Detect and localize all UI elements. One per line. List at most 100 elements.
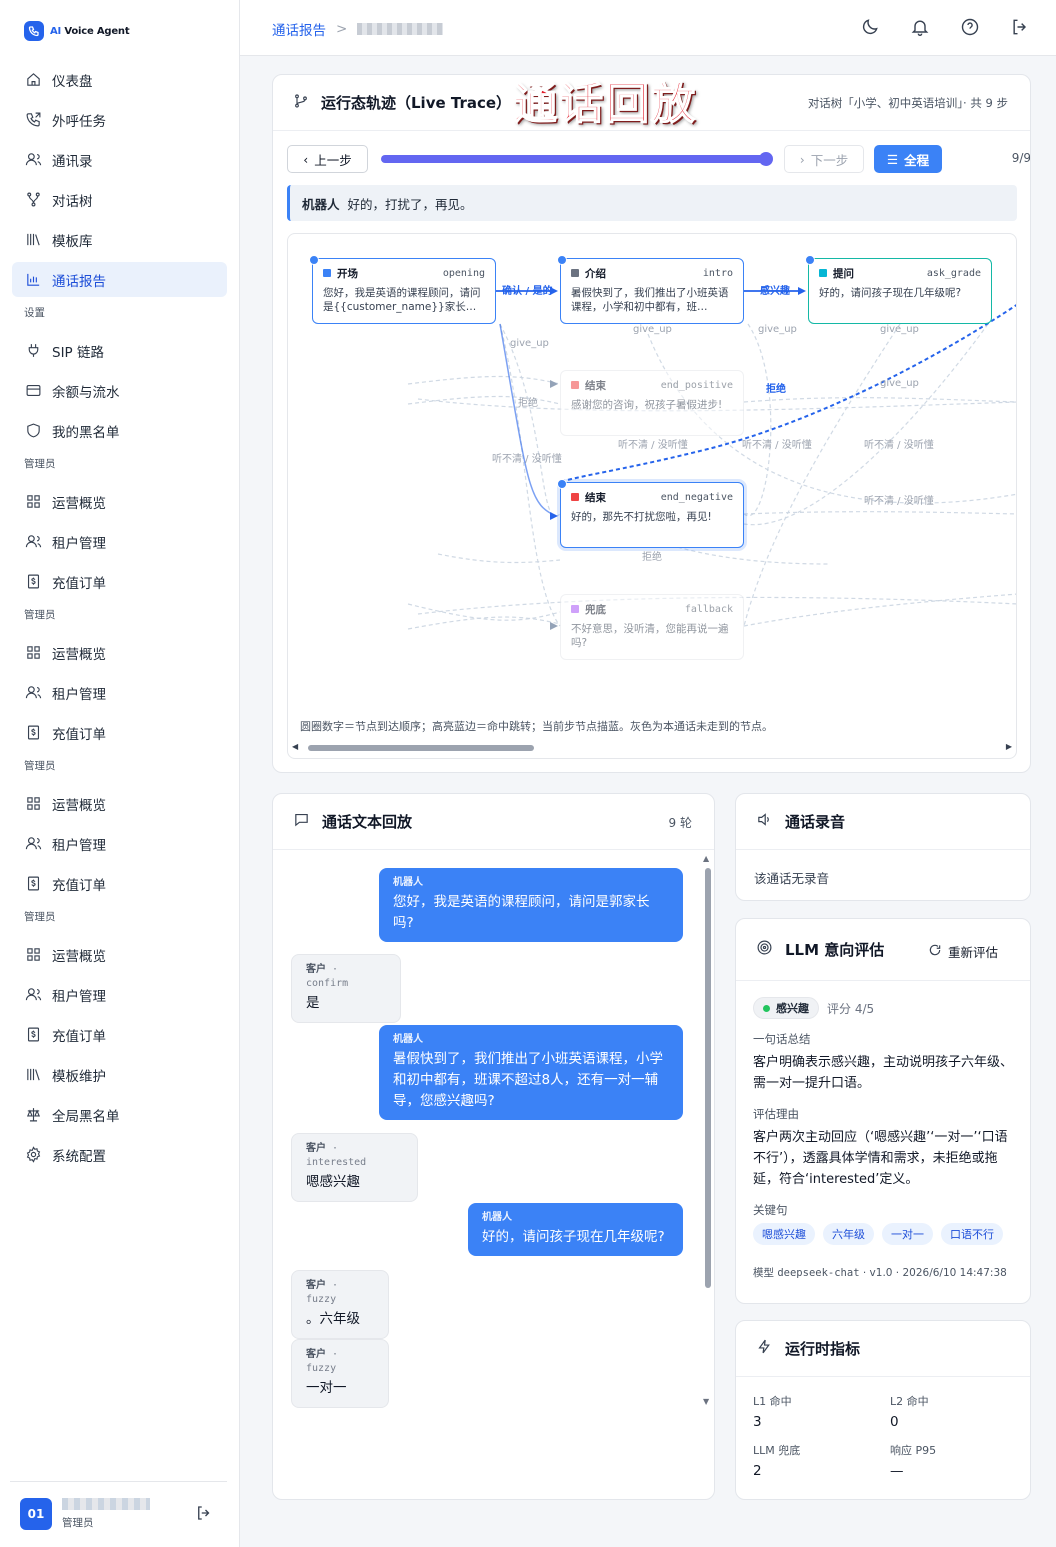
brand[interactable]: AI Voice Agent bbox=[24, 21, 130, 41]
sidebar-item-label: SIP 链路 bbox=[52, 344, 104, 361]
avatar[interactable]: 01 bbox=[20, 1498, 52, 1530]
metric-value: 2 bbox=[753, 1463, 762, 1479]
sidebar-item-card[interactable]: 余额与流水 bbox=[12, 373, 227, 408]
step-slider[interactable] bbox=[381, 152, 773, 166]
sidebar-item-tree[interactable]: 对话树 bbox=[12, 182, 227, 217]
sidebar-item-receipt[interactable]: 充值订单 bbox=[12, 1017, 227, 1052]
graph-node-fallback[interactable]: 兜底 fallback 不好意思，没听清，您能再说一遍吗? bbox=[560, 594, 744, 660]
graph-node-opening[interactable]: 开场 opening 您好，我是英语的课程顾问，请问是{{customer_name… bbox=[309, 255, 496, 324]
scroll-thumb[interactable] bbox=[308, 745, 534, 751]
sidebar-item-grid[interactable]: 运营概览 bbox=[12, 786, 227, 821]
live-trace-card: 运行态轨迹（Live Trace） 通话回放 对话树「小学、初中英语培训」· 共… bbox=[272, 74, 1031, 773]
edge-arrowhead bbox=[550, 380, 558, 388]
customer-message: 客户 · interested 嗯感兴趣 bbox=[291, 1133, 418, 1202]
sidebar-item-grid[interactable]: 运营概览 bbox=[12, 484, 227, 519]
metrics-grid: L1 命中 3 L2 命中 0 LLM 兜底 2 响应 P95 — bbox=[753, 1393, 1015, 1479]
scroll-right-arrow-icon[interactable]: ▶ bbox=[1006, 742, 1012, 751]
sidebar-item-library[interactable]: 模板维护 bbox=[12, 1057, 227, 1092]
sidebar-item-receipt[interactable]: 充值订单 bbox=[12, 715, 227, 750]
runtime-metrics-card: 运行时指标 L1 命中 3 L2 命中 0 LLM 兜底 2 响应 P95 — bbox=[735, 1320, 1031, 1500]
sidebar-item-users[interactable]: 租户管理 bbox=[12, 524, 227, 559]
node-name: 介绍 bbox=[585, 268, 606, 280]
full-trace-button[interactable]: ☰ 全程 bbox=[874, 145, 942, 173]
node-name: 兜底 bbox=[585, 604, 606, 616]
scroll-up-arrow-icon[interactable]: ▲ bbox=[703, 854, 709, 863]
sidebar-item-contacts[interactable]: 通讯录 bbox=[12, 142, 227, 177]
message-list[interactable]: 机器人 您好，我是英语的课程顾问，请问是郭家长吗? 客户 · confirm 是机器人暑… bbox=[291, 868, 683, 1408]
sidebar-item-grid[interactable]: 运营概览 bbox=[12, 635, 227, 670]
scroll-down-arrow-icon[interactable]: ▼ bbox=[703, 1397, 709, 1406]
metric-label: LLM 兜底 bbox=[753, 1444, 801, 1457]
reevaluate-button[interactable]: 重新评估 bbox=[928, 942, 998, 961]
recording-title: 通话录音 bbox=[785, 813, 846, 831]
sidebar-item-label: 模板维护 bbox=[52, 1068, 106, 1085]
scroll-thumb[interactable] bbox=[705, 868, 711, 1288]
edge-label: 听不清 / 没听懂 bbox=[864, 440, 934, 451]
edge-label: give_up bbox=[510, 338, 549, 349]
graph-node-end-negative[interactable]: 结束 end_negative 好的，那先不打扰您啦，再见! bbox=[557, 479, 744, 548]
bell-icon[interactable] bbox=[910, 17, 930, 41]
receipt-icon bbox=[24, 875, 42, 893]
logout-icon[interactable] bbox=[195, 1504, 213, 1526]
chat-icon bbox=[293, 811, 310, 832]
next-step-label: 下一步 bbox=[810, 152, 849, 168]
sidebar-item-label: 仪表盘 bbox=[52, 73, 93, 90]
prev-step-button[interactable]: ‹ 上一步 bbox=[287, 145, 368, 173]
sidebar-item-label: 租户管理 bbox=[52, 988, 106, 1005]
speaker-label: 客户 bbox=[306, 1143, 326, 1154]
sidebar-item-users[interactable]: 租户管理 bbox=[12, 675, 227, 710]
sidebar-item-label: 全局黑名单 bbox=[52, 1108, 120, 1125]
sidebar-item-phone-out[interactable]: 外呼任务 bbox=[12, 102, 227, 137]
bot-message: 机器人 暑假快到了，我们推出了小班英语课程，小学和初中都有，班课不超过8人，还有一… bbox=[379, 1025, 683, 1120]
sidebar-item-bar-chart[interactable]: 通话报告 bbox=[12, 262, 227, 297]
graph-node-end-positive[interactable]: 结束 end_positive 感谢您的咨询，祝孩子暑假进步! bbox=[560, 370, 744, 436]
visit-order-badge bbox=[309, 255, 319, 265]
reason-label: 评估理由 bbox=[753, 1107, 799, 1121]
chevron-right-icon: › bbox=[799, 151, 805, 167]
sidebar-item-home[interactable]: 仪表盘 bbox=[12, 62, 227, 97]
moon-icon[interactable] bbox=[860, 17, 880, 41]
sidebar-item-receipt[interactable]: 充值订单 bbox=[12, 866, 227, 901]
node-name: 结束 bbox=[585, 492, 606, 504]
sidebar-item-gear[interactable]: 系统配置 bbox=[12, 1137, 227, 1172]
transcript-scrollbar[interactable]: ▲ ▼ bbox=[703, 854, 713, 1406]
model-prefix: 模型 bbox=[753, 1267, 774, 1279]
graph-node-ask-grade[interactable]: 提问 ask_grade 好的，请问孩子现在几年级呢? bbox=[805, 255, 992, 324]
logout-top-icon[interactable] bbox=[1010, 17, 1030, 41]
trace-graph[interactable]: 圆圈数字＝节点到达顺序；高亮蓝边＝命中跳转；当前步节点描蓝。灰色为本通话未走到的… bbox=[287, 233, 1017, 759]
sidebar-item-grid[interactable]: 运营概览 bbox=[12, 937, 227, 972]
breadcrumb-root[interactable]: 通话报告 bbox=[272, 19, 326, 39]
keyword-chip: 口语不行 bbox=[941, 1223, 1003, 1245]
bot-message: 机器人 好的，请问孩子现在几年级呢? bbox=[468, 1203, 683, 1256]
breadcrumb: 通话报告 > bbox=[272, 19, 444, 39]
sidebar-nav: 仪表盘 外呼任务 通讯录 对话树 模板库 通话报告 设置 SIP 链路 余额与流水 我的黑名单 管理… bbox=[12, 62, 227, 1177]
recording-empty-text: 该通话无录音 bbox=[754, 871, 830, 886]
scroll-left-arrow-icon[interactable]: ◀ bbox=[292, 742, 298, 751]
graph-node-intro[interactable]: 介绍 intro 暑假快到了，我们推出了小班英语课程，小学和初中都有，班… bbox=[557, 255, 744, 324]
summary-label: 一句话总结 bbox=[753, 1032, 811, 1046]
next-step-button[interactable]: › 下一步 bbox=[784, 145, 864, 173]
slider-handle[interactable] bbox=[759, 152, 773, 166]
graph-edge bbox=[499, 323, 557, 517]
sidebar-item-plug[interactable]: SIP 链路 bbox=[12, 333, 227, 368]
node-prompt: 好的，请问孩子现在几年级呢? bbox=[819, 287, 962, 299]
sidebar-item-label: 外呼任务 bbox=[52, 113, 106, 130]
breadcrumb-current-redacted bbox=[357, 23, 444, 35]
visit-order-badge bbox=[557, 479, 567, 489]
customer-message: 客户 · fuzzy 。六年级 bbox=[291, 1270, 389, 1339]
metric-label: L2 命中 bbox=[890, 1395, 929, 1408]
sidebar-item-receipt[interactable]: 充值订单 bbox=[12, 564, 227, 599]
node-type-marker bbox=[819, 269, 827, 277]
sidebar-item-library[interactable]: 模板库 bbox=[12, 222, 227, 257]
sidebar-item-users[interactable]: 租户管理 bbox=[12, 826, 227, 861]
sidebar-item-users[interactable]: 租户管理 bbox=[12, 977, 227, 1012]
graph-horizontal-scrollbar[interactable]: ◀ ▶ bbox=[292, 742, 1012, 752]
sidebar-item-shield[interactable]: 我的黑名单 bbox=[12, 413, 227, 448]
edge-label: 听不清 / 没听懂 bbox=[864, 496, 934, 507]
help-icon[interactable] bbox=[960, 17, 980, 41]
keyword-list: 嗯感兴趣 六年级 一对一 口语不行 bbox=[753, 1223, 1013, 1245]
transcript-title: 通话文本回放 bbox=[322, 813, 413, 831]
user-role: 管理员 bbox=[62, 1517, 94, 1529]
sidebar-item-scale[interactable]: 全局黑名单 bbox=[12, 1097, 227, 1132]
users-icon bbox=[24, 835, 42, 853]
